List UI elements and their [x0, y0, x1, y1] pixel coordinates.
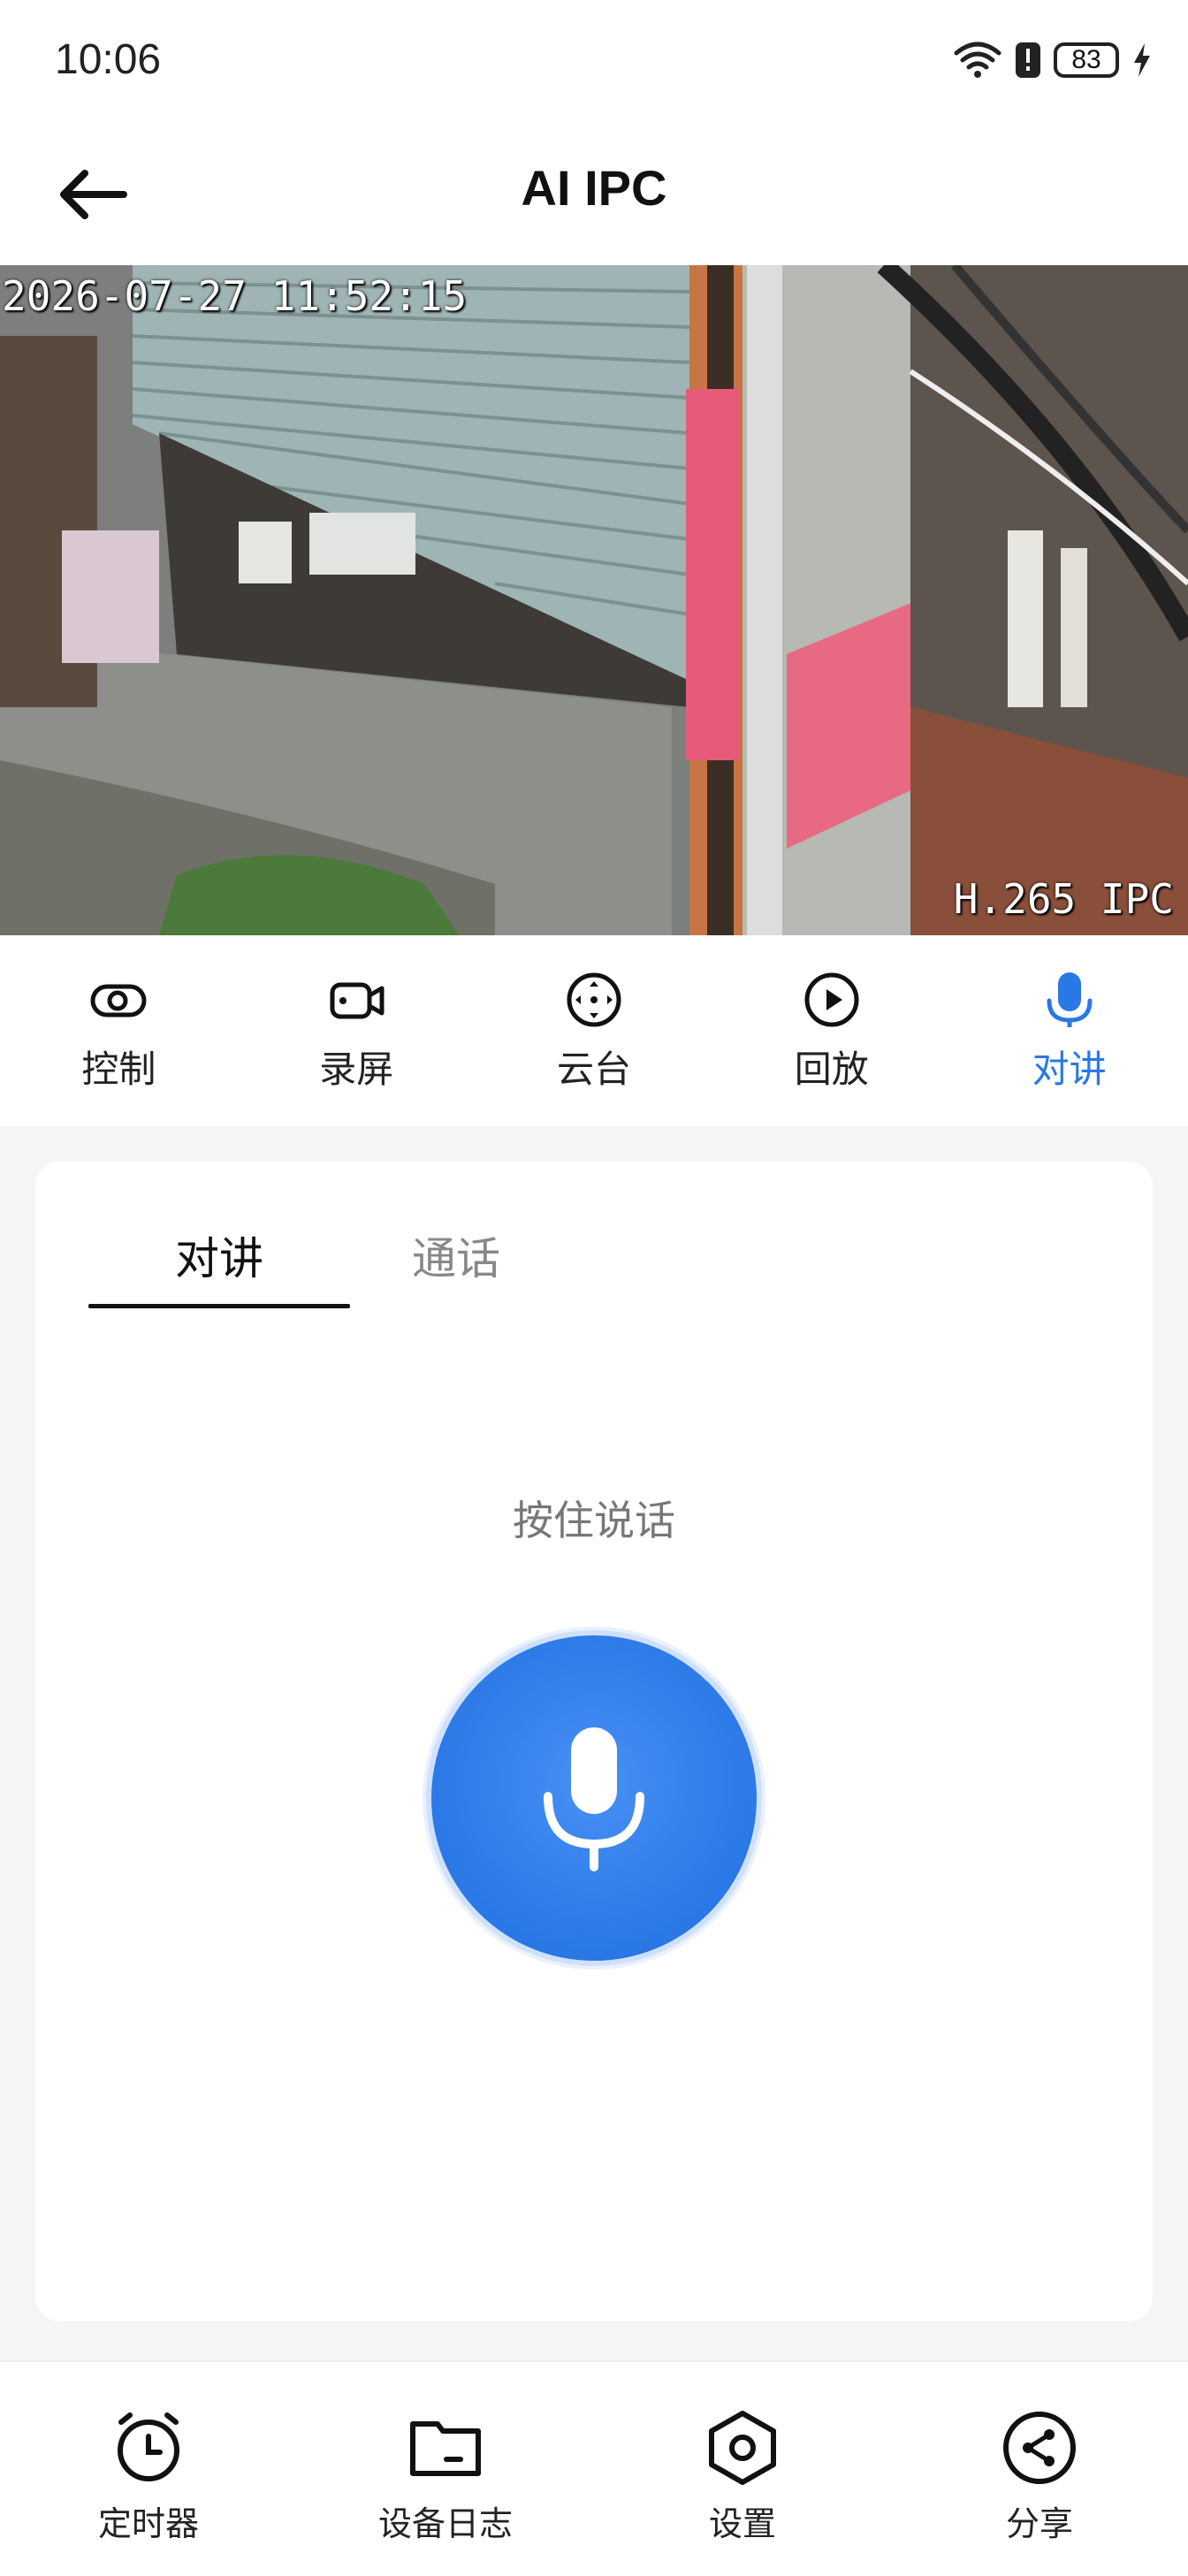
ptz-icon [567, 972, 621, 1027]
status-time: 10:06 [55, 36, 162, 83]
bottom-nav: 定时器 设备日志 设置 分享 [0, 2360, 1188, 2576]
video-codec-label: H.265 IPC [953, 875, 1174, 923]
back-button[interactable] [55, 159, 134, 230]
tab-intercom[interactable]: 对讲 [88, 1223, 350, 1308]
talk-tabs: 对讲 通话 [88, 1223, 500, 1308]
toggle-icon [90, 984, 147, 1017]
settings-hex-icon [709, 2411, 776, 2485]
tool-label: 录屏 [319, 1048, 394, 1091]
tool-playback[interactable]: 回放 [712, 935, 950, 1126]
video-timestamp: 2026-07-27 11:52:15 [2, 272, 468, 320]
status-icons: 83 [953, 35, 1153, 85]
nav-timer[interactable]: 定时器 [0, 2362, 297, 2576]
share-icon [1003, 2412, 1076, 2484]
tool-label: 控制 [81, 1048, 156, 1091]
tool-record[interactable]: 录屏 [238, 935, 476, 1126]
tab-call[interactable]: 通话 [412, 1223, 500, 1308]
nav-label: 设备日志 [377, 2504, 513, 2543]
battery-indicator: 83 [1054, 42, 1119, 78]
nav-label: 定时器 [97, 2504, 199, 2543]
nav-label: 分享 [1005, 2504, 1073, 2543]
tool-label: 回放 [794, 1048, 869, 1091]
nav-share[interactable]: 分享 [891, 2362, 1188, 2576]
video-frame [0, 265, 1188, 935]
alert-icon [1016, 42, 1040, 78]
push-to-talk-button[interactable] [426, 1630, 762, 1966]
nav-device-log[interactable]: 设备日志 [297, 2362, 594, 2576]
microphone-icon [544, 1727, 644, 1871]
tool-label: 云台 [556, 1048, 631, 1091]
page-title: AI IPC [521, 160, 667, 216]
charging-icon [1134, 43, 1150, 77]
alarm-clock-icon [118, 2412, 179, 2481]
tool-intercom[interactable]: 对讲 [950, 935, 1188, 1126]
camera-video-feed[interactable]: 2026-07-27 11:52:15 H.265 IPC [0, 265, 1188, 935]
arrow-left-icon [60, 170, 127, 219]
nav-label: 设置 [708, 2504, 776, 2543]
camera-toolbar: 控制 录屏 云台 回放 对讲 [0, 935, 1188, 1126]
play-icon [804, 972, 859, 1027]
hold-to-talk-hint: 按住说话 [513, 1497, 675, 1544]
header: AI IPC [0, 124, 1188, 265]
mic-icon [1047, 972, 1093, 1027]
tool-ptz[interactable]: 云台 [476, 935, 713, 1126]
talk-panel: 对讲 通话 按住说话 [35, 1162, 1153, 2321]
tool-control[interactable]: 控制 [0, 935, 238, 1126]
status-bar: 10:06 83 [0, 0, 1188, 124]
tool-label: 对讲 [1032, 1048, 1107, 1091]
video-camera-icon [330, 982, 385, 1019]
folder-icon [410, 2421, 481, 2476]
nav-settings[interactable]: 设置 [594, 2362, 891, 2576]
wifi-icon [954, 42, 1001, 78]
